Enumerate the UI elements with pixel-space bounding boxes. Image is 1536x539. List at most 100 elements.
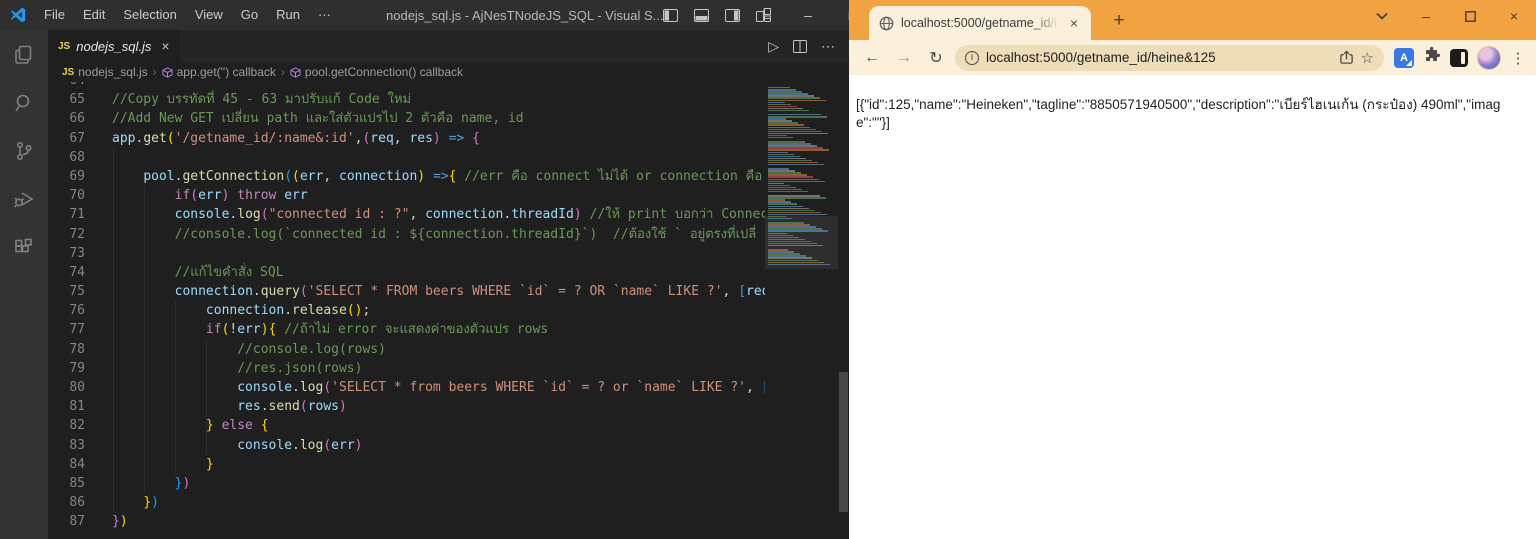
extensions-icon[interactable]: [11, 234, 37, 260]
line-number: 65: [48, 90, 85, 109]
code-line: 81 res.send(rows): [48, 397, 849, 416]
line-number: 68: [48, 148, 85, 167]
address-bar[interactable]: i localhost:5000/getname_id/heine&125 ☆: [955, 45, 1384, 71]
vscode-menubar: FileEditSelectionViewGoRun···: [35, 0, 340, 30]
menu-run[interactable]: Run: [267, 0, 309, 30]
vscode-titlebar: FileEditSelectionViewGoRun··· nodejs_sql…: [0, 0, 849, 30]
minimap-line: [768, 164, 824, 165]
profile-avatar[interactable]: [1477, 46, 1501, 70]
browser-minimize-button[interactable]: –: [1404, 0, 1448, 32]
tab-nodejs-sql-js[interactable]: JS nodejs_sql.js ×: [48, 30, 180, 62]
toggle-sidebar-icon[interactable]: [663, 9, 678, 22]
code-line: 76 connection.release();: [48, 301, 849, 320]
code-text: //แก้ไขคำสั่ง SQL: [85, 263, 284, 282]
code-text: if(err) throw err: [85, 186, 308, 205]
code-text: connection.release();: [85, 301, 370, 320]
extensions-puzzle-icon[interactable]: [1423, 46, 1441, 69]
explorer-icon[interactable]: [11, 42, 37, 68]
scrollbar-thumb[interactable]: [839, 372, 848, 512]
reload-button[interactable]: ↻: [923, 45, 949, 71]
breadcrumb-separator: ›: [281, 65, 285, 79]
share-icon[interactable]: [1339, 50, 1354, 65]
minimap-line: [768, 264, 830, 265]
editor-scrollbar[interactable]: [838, 82, 849, 539]
code-text: }): [85, 512, 128, 531]
line-number: 64: [48, 82, 85, 90]
js-file-icon: JS: [62, 67, 74, 78]
browser-chevron-icon[interactable]: [1360, 0, 1404, 32]
side-panel-extension-icon[interactable]: [1450, 49, 1468, 67]
source-control-icon[interactable]: [11, 138, 37, 164]
toggle-secondary-sidebar-icon[interactable]: [725, 9, 740, 22]
run-file-icon[interactable]: ▷: [768, 38, 779, 55]
menu-file[interactable]: File: [35, 0, 74, 30]
indent-guide: [175, 301, 176, 474]
code-text: //Add New GET เปลี่ยน path และใส่ตัวแปรไ…: [85, 109, 524, 128]
indent-guide: [144, 186, 145, 493]
url-text[interactable]: localhost:5000/getname_id/heine&125: [986, 50, 1332, 65]
code-text: //console.log(`connected id : ${connecti…: [85, 225, 756, 244]
breadcrumb-item[interactable]: pool.getConnection() callback: [290, 65, 463, 79]
code-line: 72 //console.log(`connected id : ${conne…: [48, 225, 849, 244]
breadcrumb-separator: ›: [153, 65, 157, 79]
vscode-minimize-button[interactable]: –: [785, 0, 830, 30]
bookmark-star-icon[interactable]: ☆: [1361, 49, 1374, 67]
line-number: 78: [48, 340, 85, 359]
code-line: 66//Add New GET เปลี่ยน path และใส่ตัวแป…: [48, 109, 849, 128]
new-tab-button[interactable]: +: [1107, 9, 1131, 33]
line-number: 87: [48, 512, 85, 531]
search-icon[interactable]: [11, 90, 37, 116]
minimap-line: [768, 110, 809, 111]
browser-close-button[interactable]: ×: [1492, 0, 1536, 32]
menu-edit[interactable]: Edit: [74, 0, 114, 30]
line-number: 77: [48, 320, 85, 339]
line-number: 76: [48, 301, 85, 320]
line-number: 74: [48, 263, 85, 282]
line-number: 70: [48, 186, 85, 205]
tab-label: nodejs_sql.js: [76, 39, 151, 54]
browser-tab[interactable]: localhost:5000/getname_id/heine ×: [869, 6, 1091, 40]
editor-tab-bar: JS nodejs_sql.js × ▷ ⋯: [48, 30, 849, 62]
forward-button[interactable]: →: [891, 45, 917, 71]
code-text: [85, 82, 112, 90]
browser-toolbar: ← → ↻ i localhost:5000/getname_id/heine&…: [849, 40, 1536, 75]
code-editor[interactable]: 6465//Copy บรรทัดที่ 45 - 63 มาปรับแก้ C…: [48, 82, 849, 539]
line-number: 72: [48, 225, 85, 244]
menu-view[interactable]: View: [186, 0, 232, 30]
browser-tab-title: localhost:5000/getname_id/heine: [901, 16, 1059, 30]
menu-[interactable]: ···: [309, 0, 340, 30]
site-info-icon[interactable]: i: [965, 51, 979, 65]
js-file-icon: JS: [58, 41, 70, 52]
browser-menu-icon[interactable]: ⋮: [1510, 49, 1526, 67]
indent-guide: [113, 148, 114, 512]
line-number: 81: [48, 397, 85, 416]
indent-guide: [206, 340, 207, 455]
toggle-panel-icon[interactable]: [694, 9, 709, 22]
minimap[interactable]: [765, 82, 838, 539]
minimap-line: [768, 191, 808, 192]
code-line: 85 }): [48, 474, 849, 493]
menu-go[interactable]: Go: [232, 0, 267, 30]
split-editor-icon[interactable]: [793, 40, 807, 53]
line-number: 85: [48, 474, 85, 493]
code-line: 67app.get('/getname_id/:name&:id',(req, …: [48, 129, 849, 148]
code-line: 73: [48, 244, 849, 263]
breadcrumb-item[interactable]: JSnodejs_sql.js: [62, 65, 148, 79]
breadcrumb-item[interactable]: app.get('') callback: [162, 65, 276, 79]
menu-selection[interactable]: Selection: [114, 0, 185, 30]
run-debug-icon[interactable]: [11, 186, 37, 212]
line-number: 80: [48, 378, 85, 397]
browser-window: localhost:5000/getname_id/heine × + – × …: [849, 0, 1536, 539]
browser-maximize-button[interactable]: [1448, 0, 1492, 32]
translate-extension-icon[interactable]: A: [1394, 48, 1414, 68]
back-button[interactable]: ←: [859, 45, 885, 71]
tab-close-icon[interactable]: ×: [161, 38, 169, 54]
code-line: 65//Copy บรรทัดที่ 45 - 63 มาปรับแก้ Cod…: [48, 90, 849, 109]
code-text: }): [85, 493, 159, 512]
browser-tab-close-icon[interactable]: ×: [1065, 14, 1083, 32]
line-number: 86: [48, 493, 85, 512]
breadcrumb[interactable]: JSnodejs_sql.js › app.get('') callback › poo…: [48, 62, 849, 82]
customize-layout-icon[interactable]: [756, 8, 771, 22]
more-actions-icon[interactable]: ⋯: [821, 38, 835, 55]
minimap-line: [768, 218, 792, 219]
